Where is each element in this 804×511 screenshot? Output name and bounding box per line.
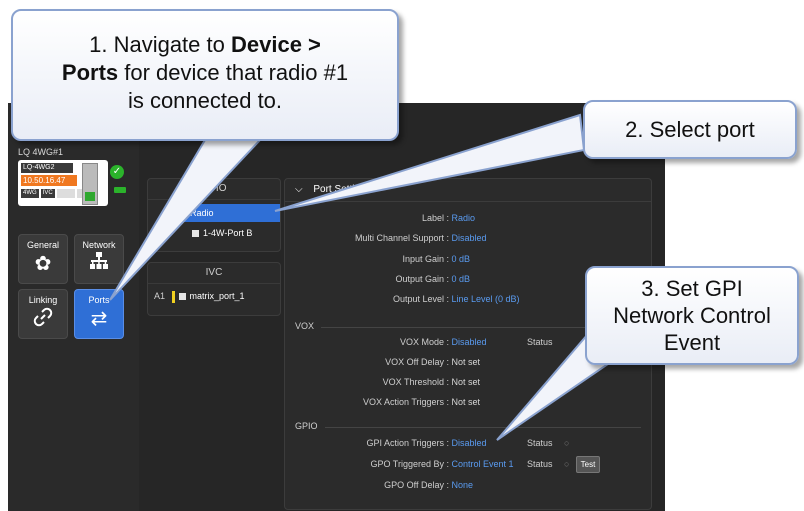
callout-1-text-b: for device that radio #1 [118, 60, 349, 85]
callout-1-bold-b: Ports [61, 60, 119, 85]
callout-step-2: 2. Select port [583, 100, 797, 159]
callout-3-text: 3. Set GPI Network Control Event [587, 275, 797, 356]
callout-3-text-c: Event [663, 330, 721, 355]
callout-1-text-a: 1. Navigate to [89, 32, 231, 57]
callout-2-text: 2. Select port [625, 117, 755, 142]
callout-step-3: 3. Set GPI Network Control Event [585, 266, 799, 365]
callout-3-text-b: Network Control [613, 303, 771, 328]
callout-3-text-a: 3. Set GPI [641, 276, 743, 301]
callout-step-1: 1. Navigate to Device > Ports for device… [11, 9, 399, 141]
callout-1-text-c: is connected to. [127, 88, 283, 113]
callout-1-text: 1. Navigate to Device > Ports for device… [13, 31, 397, 115]
callout-1-bold-a: Device > [230, 32, 321, 57]
callout-1-pointer [109, 139, 263, 301]
